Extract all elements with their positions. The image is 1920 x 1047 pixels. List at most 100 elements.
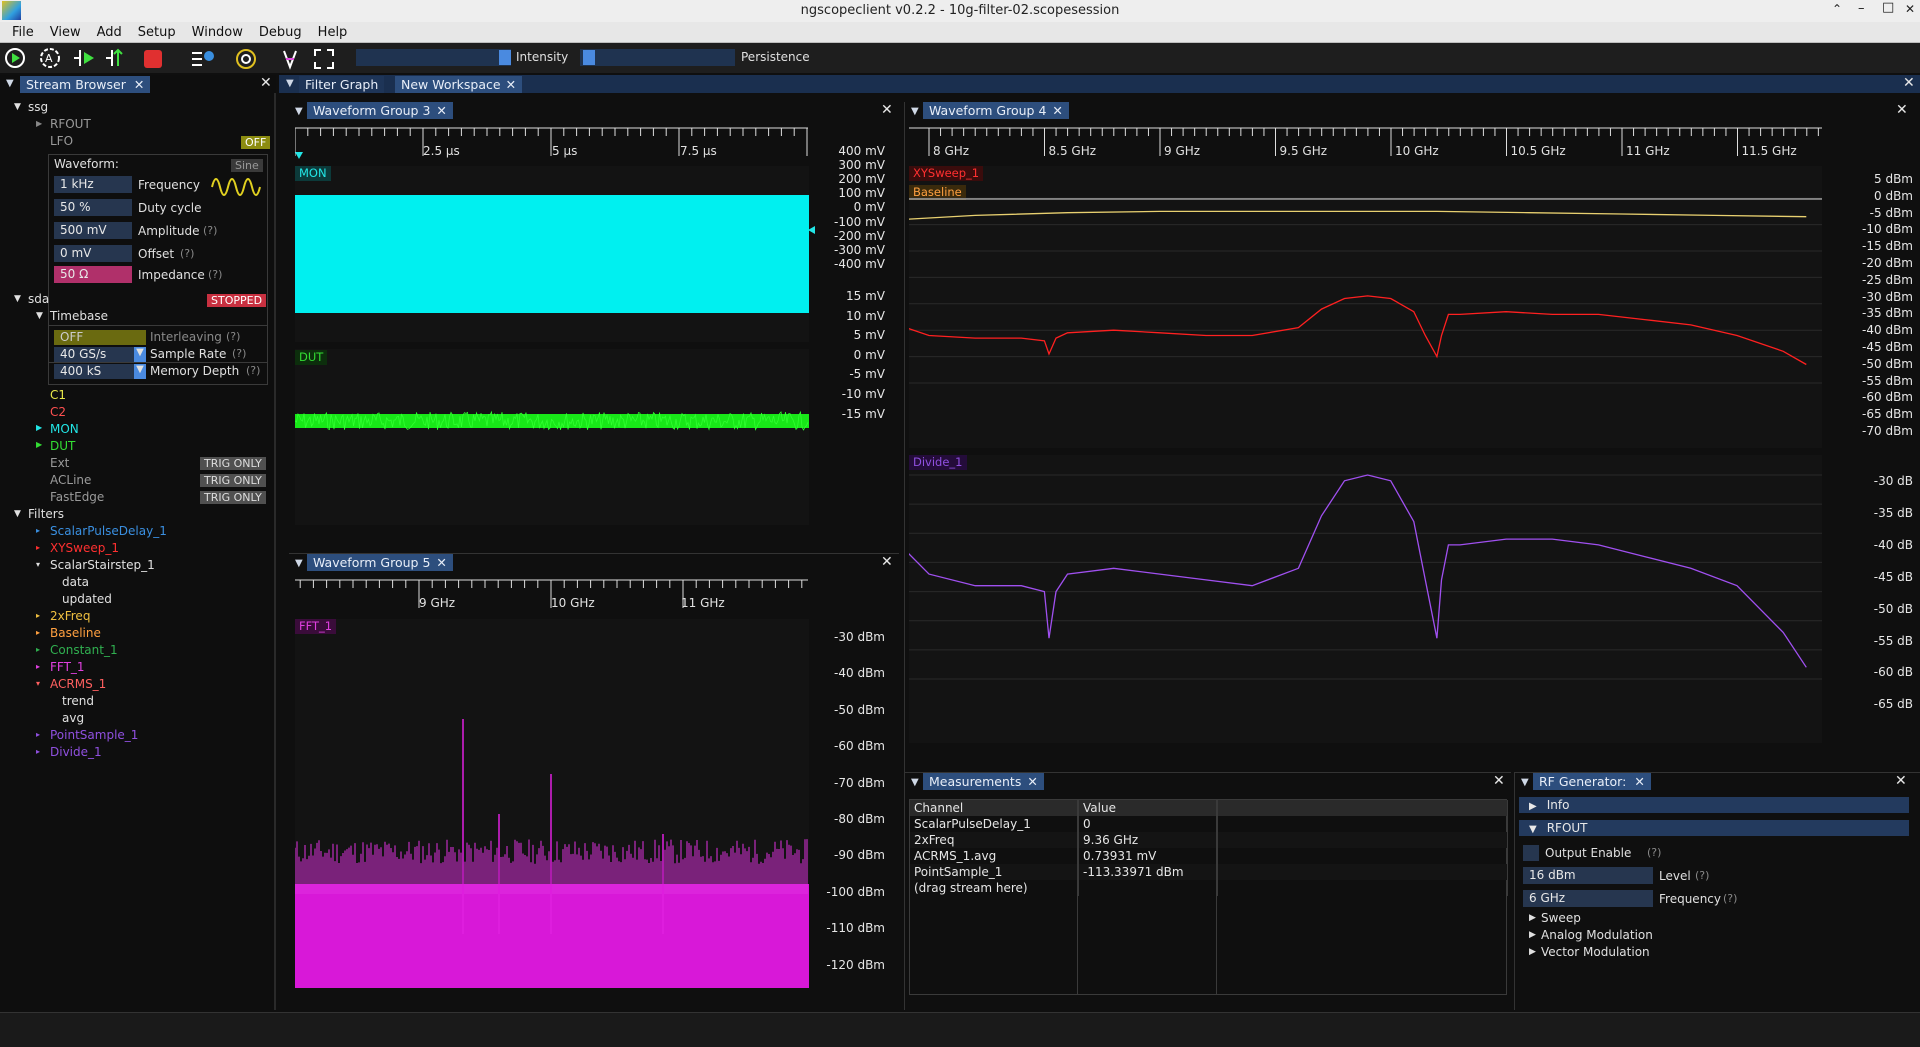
close-icon[interactable]: ✕	[506, 77, 516, 92]
stop-button[interactable]	[144, 50, 162, 68]
rfout-section[interactable]: ▼ RFOUT	[1519, 820, 1909, 836]
filter-item[interactable]: ScalarPulseDelay_1	[50, 524, 167, 538]
panel-menu-icon[interactable]: ▼	[911, 777, 919, 788]
help-icon[interactable]: (?)	[208, 268, 222, 281]
filter-item[interactable]: avg	[62, 711, 84, 725]
close-icon[interactable]: ✕	[881, 554, 893, 570]
table-row[interactable]: ScalarPulseDelay_1 0	[910, 816, 1508, 832]
filter-item[interactable]: ScalarStairstep_1	[50, 558, 155, 572]
intensity-slider-handle[interactable]	[499, 50, 511, 65]
close-icon[interactable]: ✕	[436, 555, 446, 570]
impedance-input[interactable]: 50 Ω	[54, 266, 132, 283]
tab-filter-graph[interactable]: Filter Graph	[299, 76, 385, 93]
close-icon[interactable]: ✕	[1903, 75, 1915, 91]
filter-item[interactable]: 2xFreq	[50, 609, 90, 623]
filters-node[interactable]: Filters	[28, 507, 64, 521]
sweep-node[interactable]: Sweep	[1541, 911, 1581, 925]
trigger-acline[interactable]: ACLine	[50, 473, 91, 487]
trigger-position-marker[interactable]	[295, 152, 303, 159]
expand-icon[interactable]: ▶	[36, 440, 42, 449]
trigger-force-icon[interactable]	[104, 47, 130, 69]
expand-icon[interactable]: ▼	[14, 509, 21, 519]
instrument-sda[interactable]: sda	[28, 292, 49, 306]
level-input[interactable]: 16 dBm	[1523, 867, 1653, 884]
tab-waveform-group-4[interactable]: Waveform Group 4 ✕	[923, 102, 1069, 119]
help-icon[interactable]: (?)	[1647, 846, 1661, 859]
expand-icon[interactable]: ▸	[36, 747, 40, 756]
tab-measurements[interactable]: Measurements ✕	[923, 773, 1044, 790]
duty-cycle-input[interactable]: 50 %	[54, 199, 132, 216]
trigger-auto-icon[interactable]: A	[38, 47, 64, 69]
table-row[interactable]: PointSample_1 -113.33971 dBm	[910, 864, 1508, 880]
menu-add[interactable]: Add	[89, 22, 130, 40]
window-maximize-button[interactable]: □	[1882, 0, 1894, 15]
close-icon[interactable]: ✕	[1027, 774, 1037, 789]
waveform-shape-badge[interactable]: Sine	[231, 159, 263, 172]
mon-channel-label[interactable]: MON	[295, 166, 331, 181]
help-icon[interactable]: (?)	[226, 330, 240, 343]
dut-plot[interactable]	[295, 349, 809, 525]
trigger-fastedge[interactable]: FastEdge	[50, 490, 104, 504]
fft-channel-label[interactable]: FFT_1	[295, 619, 337, 634]
expand-icon[interactable]: ▶	[1529, 913, 1536, 923]
filter-item[interactable]: trend	[62, 694, 94, 708]
expand-icon[interactable]: ▸	[36, 730, 40, 739]
panel-menu-icon[interactable]: ▼	[295, 558, 303, 569]
help-icon[interactable]: (?)	[246, 364, 260, 377]
expand-icon[interactable]: ▼	[14, 102, 21, 112]
timebase-node[interactable]: Timebase	[50, 309, 108, 323]
menu-file[interactable]: File	[0, 22, 42, 40]
panel-menu-icon[interactable]: ▼	[911, 106, 919, 117]
expand-icon[interactable]: ▶	[36, 423, 42, 432]
tab-waveform-group-3[interactable]: Waveform Group 3 ✕	[307, 102, 453, 119]
expand-icon[interactable]: ▸	[36, 662, 40, 671]
menu-help[interactable]: Help	[310, 22, 356, 40]
help-icon[interactable]: (?)	[203, 224, 217, 237]
table-row[interactable]: 2xFreq 9.36 GHz	[910, 832, 1508, 848]
table-row[interactable]: (drag stream here)	[910, 880, 1508, 896]
offset-input[interactable]: 0 mV	[54, 245, 132, 262]
history-icon[interactable]	[190, 48, 216, 70]
collapse-icon[interactable]: ▼	[1529, 824, 1537, 835]
expand-icon[interactable]: ▸	[36, 645, 40, 654]
frequency-input[interactable]: 6 GHz	[1523, 890, 1653, 907]
help-icon[interactable]: (?)	[232, 347, 246, 360]
close-icon[interactable]: ✕	[1493, 773, 1505, 789]
dut-channel-label[interactable]: DUT	[295, 350, 328, 365]
expand-icon[interactable]: ▾	[36, 560, 40, 569]
filter-item[interactable]: PointSample_1	[50, 728, 138, 742]
close-icon[interactable]: ✕	[436, 103, 446, 118]
channel-c2[interactable]: C2	[50, 405, 66, 419]
panel-menu-icon[interactable]: ▼	[6, 78, 14, 89]
trigger-single-icon[interactable]	[72, 47, 98, 69]
ssg-lfo-label[interactable]: LFO	[50, 134, 73, 148]
expand-icon[interactable]: ▸	[36, 611, 40, 620]
help-icon[interactable]: (?)	[1723, 892, 1737, 905]
lfo-state-badge[interactable]: OFF	[241, 136, 271, 149]
interleaving-toggle[interactable]: OFF	[54, 330, 146, 345]
close-icon[interactable]: ✕	[1634, 774, 1644, 789]
sda-state-badge[interactable]: STOPPED	[207, 294, 267, 307]
trigger-arm-icon[interactable]	[4, 47, 28, 69]
ssg-rfout[interactable]: RFOUT	[50, 117, 91, 131]
expand-icon[interactable]: ▶	[1529, 930, 1536, 940]
close-icon[interactable]: ✕	[881, 102, 893, 118]
close-icon[interactable]: ✕	[1896, 102, 1908, 118]
memory-depth-select[interactable]: 400 kS	[54, 364, 146, 379]
vector-modulation-node[interactable]: Vector Modulation	[1541, 945, 1650, 959]
dropdown-arrow-icon[interactable]: ▼	[134, 347, 146, 362]
tab-rf-generator[interactable]: RF Generator: ✕	[1533, 773, 1651, 790]
filter-item[interactable]: XYSweep_1	[50, 541, 119, 555]
filter-item[interactable]: updated	[62, 592, 112, 606]
window-shade-button[interactable]: ⌃	[1832, 2, 1842, 16]
tab-stream-browser[interactable]: Stream Browser ✕	[20, 76, 151, 93]
tab-waveform-group-5[interactable]: Waveform Group 5 ✕	[307, 554, 453, 571]
instrument-ssg[interactable]: ssg	[28, 100, 48, 114]
clear-sweeps-icon[interactable]	[278, 47, 302, 71]
output-enable-checkbox[interactable]	[1523, 845, 1539, 861]
channel-mon[interactable]: MON	[50, 422, 79, 436]
expand-icon[interactable]: ▾	[36, 679, 40, 688]
tab-new-workspace[interactable]: New Workspace ✕	[395, 76, 523, 93]
close-icon[interactable]: ✕	[134, 77, 144, 92]
menu-setup[interactable]: Setup	[130, 22, 184, 40]
